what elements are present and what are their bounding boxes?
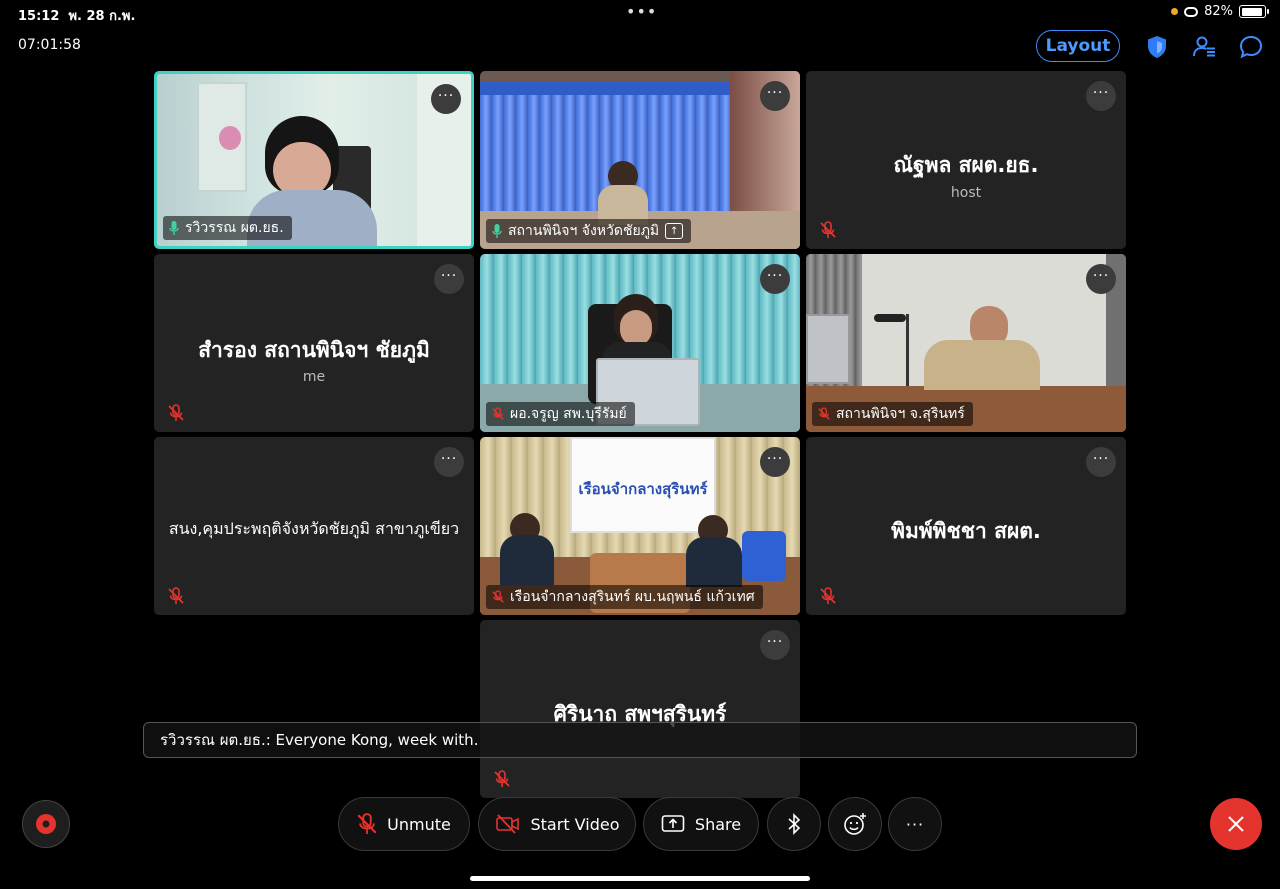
chat-icon[interactable] [1238,34,1264,60]
video-tile-participant[interactable]: เรือนจำกลางสุรินทร์ ··· เรือนจำกลางสุริน… [480,437,800,615]
tile-more-button[interactable]: ··· [760,447,790,477]
mic-in-use-indicator-icon [1171,8,1179,15]
live-caption: รวิวรรณ ผต.ยธ.: Everyone Kong, week with… [143,722,1137,758]
more-options-button[interactable]: ··· [888,797,942,851]
tile-more-button[interactable]: ··· [760,81,790,111]
video-tile-participant[interactable]: ··· สถานพินิจฯ จ.สุรินทร์ [806,254,1126,432]
video-tile-participant[interactable]: สนง,คุมประพฤติจังหวัดชัยภูมิ สาขาภูเขียว… [154,437,474,615]
bluetooth-audio-button[interactable] [767,797,821,851]
battery-percent: 82% [1204,4,1233,19]
start-video-button[interactable]: Start Video [478,797,636,851]
participant-name: ณัฐพล สผต.ยธ. [893,153,1039,177]
mic-off-icon [818,407,830,420]
video-tile-participant[interactable]: ศิรินาถ สพฯสุรินทร์ ··· [480,620,800,798]
mic-off-icon [492,407,504,420]
participant-name-tag: ผอ.จรูญ สพ.บุรีรัมย์ [486,402,635,426]
tile-more-button[interactable]: ··· [434,264,464,294]
mic-off-icon [820,587,836,604]
bluetooth-icon [788,813,801,835]
video-tile-participant[interactable]: ณัฐพล สผต.ยธ. host ··· [806,71,1126,249]
participant-name: ผอ.จรูญ สพ.บุรีรัมย์ [510,406,627,422]
banner-text: เรือนจำกลางสุรินทร์ [578,480,708,498]
participant-name: สถานพินิจฯ จังหวัดชัยภูมิ [508,223,660,239]
participant-name: รวิวรรณ ผต.ยธ. [185,220,284,236]
caption-speaker: รวิวรรณ ผต.ยธ.: [160,731,271,749]
caption-text: Everyone Kong, week with. [275,731,479,749]
battery-fill [1241,7,1262,16]
mic-off-icon [357,813,377,834]
video-off-icon [495,814,519,834]
participant-name-tag: เรือนจำกลางสุรินทร์ ผบ.นฤพนธ์ แก้วเทศ [486,585,763,609]
tile-more-button[interactable]: ··· [431,84,461,114]
participant-name: เรือนจำกลางสุรินทร์ ผบ.นฤพนธ์ แก้วเทศ [510,589,755,605]
participant-name-tag: สถานพินิจฯ จ.สุรินทร์ [812,402,973,426]
participant-name: พิมพ์พิชชา สผต. [891,519,1041,543]
video-tile-participant[interactable]: ··· สถานพินิจฯ จังหวัดชัยภูมิ ↑ [480,71,800,249]
participant-role: me [302,369,326,385]
participant-name-tag: รวิวรรณ ผต.ยธ. [163,216,292,240]
mic-off-icon [168,404,184,421]
record-icon [36,814,56,834]
participants-icon[interactable] [1191,34,1217,60]
mic-on-icon [169,221,179,235]
video-tile-participant[interactable]: ··· รวิวรรณ ผต.ยธ. [154,71,474,249]
meeting-timer: 07:01:58 [18,37,81,53]
record-button[interactable] [22,800,70,848]
link-icon [1184,6,1199,17]
reactions-button[interactable] [828,797,882,851]
shield-icon[interactable] [1144,34,1170,60]
leave-meeting-button[interactable] [1210,798,1262,850]
home-indicator[interactable] [470,876,810,881]
unmute-button[interactable]: Unmute [338,797,470,851]
mic-off-icon [492,590,504,603]
status-time-date: 15:12 พ. 28 ก.พ. [18,9,136,24]
tile-more-button[interactable]: ··· [760,264,790,294]
participant-role: host [950,185,982,201]
battery-icon [1239,5,1269,18]
tile-more-button[interactable]: ··· [1086,81,1116,111]
participant-name: สำรอง สถานพินิจฯ ชัยภูมิ [198,338,430,362]
tile-more-button[interactable]: ··· [760,630,790,660]
share-button[interactable]: Share [643,797,759,851]
participant-name: สนง,คุมประพฤติจังหวัดชัยภูมิ สาขาภูเขียว [168,519,460,538]
share-label: Share [694,814,742,834]
start-video-label: Start Video [530,814,620,834]
participant-name: สถานพินิจฯ จ.สุรินทร์ [836,406,965,422]
share-screen-icon [661,815,685,832]
video-tile-self[interactable]: สำรอง สถานพินิจฯ ชัยภูมิ me ··· [154,254,474,432]
tile-more-button[interactable]: ··· [434,447,464,477]
close-icon [1228,816,1244,832]
mic-off-icon [494,770,510,787]
sharing-icon: ↑ [665,223,684,239]
multitask-dots-icon[interactable]: ••• [626,2,657,21]
unmute-label: Unmute [387,814,451,834]
layout-button[interactable]: Layout [1036,30,1120,62]
mic-on-icon [492,224,502,238]
tile-more-button[interactable]: ··· [1086,447,1116,477]
status-bar: 15:12 พ. 28 ก.พ. ••• 82% [0,0,1280,28]
mic-off-icon [168,587,184,604]
participant-name-tag: สถานพินิจฯ จังหวัดชัยภูมิ ↑ [486,219,692,243]
emoji-add-icon [844,813,866,835]
mic-off-icon [820,221,836,238]
video-tile-participant[interactable]: พิมพ์พิชชา สผต. ··· [806,437,1126,615]
tile-more-button[interactable]: ··· [1086,264,1116,294]
status-right: 82% [1171,4,1269,19]
video-tile-participant[interactable]: ··· ผอ.จรูญ สพ.บุรีรัมย์ [480,254,800,432]
